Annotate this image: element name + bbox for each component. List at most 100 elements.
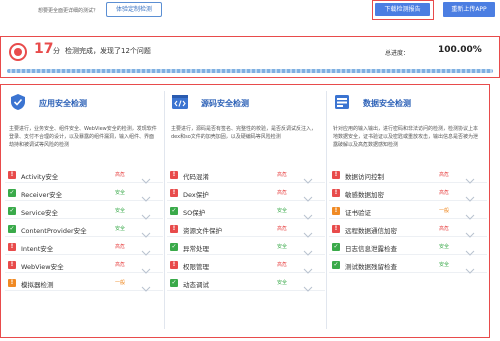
progress-bar-fill [7, 69, 493, 73]
risk-level-badge: 高危 [439, 172, 450, 178]
category-header: 数据安全检测 [329, 89, 487, 115]
test-item-row[interactable]: ! Dex保护 高危 [167, 185, 325, 202]
chevron-down-icon[interactable] [141, 278, 151, 292]
chevron-down-icon[interactable] [465, 206, 475, 220]
check-icon: ✓ [170, 243, 178, 251]
test-item-label: SO保护 [183, 209, 206, 217]
check-icon: ✓ [170, 207, 178, 215]
test-item-row[interactable]: ✓ ContentProvider安全 安全 [5, 221, 163, 238]
category-header: 源码安全检测 [167, 89, 325, 115]
category-description: 主要进行，源码是否有签名、完整性的校验，是否反调试反注入，dex和so文件的加壳… [171, 126, 317, 140]
risk-level-badge: 高危 [115, 172, 126, 178]
chevron-down-icon[interactable] [141, 188, 151, 202]
chevron-down-icon[interactable] [141, 242, 151, 256]
test-item-row[interactable]: ✓ SO保护 安全 [167, 203, 325, 220]
chevron-down-icon[interactable] [303, 278, 313, 292]
test-item-label: 敏感数据加密 [345, 191, 384, 199]
column-divider [164, 91, 165, 329]
risk-level-badge: 高危 [115, 262, 126, 268]
chevron-down-icon[interactable] [465, 260, 475, 274]
test-item-row[interactable]: ! 远程数据通信加密 高危 [329, 221, 487, 238]
risk-level-badge: 安全 [277, 244, 288, 250]
warning-icon: ! [332, 171, 340, 179]
category-column: 数据安全检测 针对应用的输入输出，进行密码和非法访问的检测，检测协议上本地数据安全… [329, 89, 487, 333]
test-item-label: 日志信息泄露检查 [345, 245, 397, 253]
test-item-row[interactable]: ✓ 测试数据残留检查 安全 [329, 257, 487, 274]
category-header: 应用安全检测 [5, 89, 163, 115]
test-item-row[interactable]: ✓ 异常处理 安全 [167, 239, 325, 256]
score-unit: 分 [53, 47, 60, 55]
chevron-down-icon[interactable] [465, 188, 475, 202]
test-item-row[interactable]: ! 数据访问控制 高危 [329, 167, 487, 184]
chevron-down-icon[interactable] [465, 170, 475, 184]
test-item-row[interactable]: ! WebView安全 高危 [5, 257, 163, 274]
risk-level-badge: 高危 [115, 244, 126, 250]
chevron-down-icon[interactable] [303, 242, 313, 256]
warning-icon: ! [8, 261, 16, 269]
check-icon: ✓ [170, 279, 178, 287]
chevron-down-icon[interactable] [303, 188, 313, 202]
risk-level-badge: 高危 [439, 190, 450, 196]
test-item-label: Service安全 [21, 209, 59, 217]
chevron-down-icon[interactable] [465, 224, 475, 238]
chevron-down-icon[interactable] [303, 170, 313, 184]
test-item-label: 模拟器检测 [21, 281, 54, 289]
test-item-row[interactable]: ! 代码混淆 高危 [167, 167, 325, 184]
chevron-down-icon[interactable] [141, 260, 151, 274]
test-item-label: Activity安全 [21, 173, 59, 181]
risk-level-badge: 高危 [439, 226, 450, 232]
risk-level-badge: 安全 [439, 262, 450, 268]
risk-level-badge: 高危 [277, 262, 288, 268]
test-item-row[interactable]: ! Intent安全 高危 [5, 239, 163, 256]
code-window-icon [171, 93, 189, 111]
test-item-row[interactable]: ! Activity安全 高危 [5, 167, 163, 184]
progress-label: 总进度： [385, 50, 410, 57]
risk-level-badge: 一般 [439, 208, 450, 214]
risk-level-badge: 一般 [115, 280, 126, 286]
top-bar: 想要更全面更详细的测试？ 体验定制检测 下载检测报告 重新上传APP [0, 0, 500, 22]
chevron-down-icon[interactable] [465, 242, 475, 256]
category-column: 应用安全检测 主要进行，业务安全、组件安全、WebView安全的检测，发现软件登录… [5, 89, 163, 333]
scan-status-text: 检测完成，发现了12个问题 [65, 47, 151, 55]
shield-check-icon [9, 93, 27, 111]
test-item-row[interactable]: ✓ Receiver安全 安全 [5, 185, 163, 202]
test-item-label: 资源文件保护 [183, 227, 222, 235]
risk-level-badge: 安全 [115, 190, 126, 196]
chevron-down-icon[interactable] [303, 260, 313, 274]
test-item-row[interactable]: ! 证书验证 一般 [329, 203, 487, 220]
chevron-down-icon[interactable] [303, 224, 313, 238]
test-item-label: WebView安全 [21, 263, 64, 271]
check-icon: ✓ [8, 207, 16, 215]
chevron-down-icon[interactable] [141, 224, 151, 238]
test-item-row[interactable]: ! 资源文件保护 高危 [167, 221, 325, 238]
test-item-row[interactable]: ! 模拟器检测 一般 [5, 275, 163, 292]
warning-icon: ! [170, 225, 178, 233]
chevron-down-icon[interactable] [141, 206, 151, 220]
chevron-down-icon[interactable] [303, 206, 313, 220]
test-item-label: Intent安全 [21, 245, 54, 253]
score-value: 17 [34, 41, 54, 57]
warning-icon: ! [170, 261, 178, 269]
test-item-row[interactable]: ! 权限管理 高危 [167, 257, 325, 274]
top-hint-text: 想要更全面更详细的测试？ [38, 8, 99, 14]
test-item-label: 证书验证 [345, 209, 371, 217]
check-icon: ✓ [8, 225, 16, 233]
warning-icon: ! [332, 207, 340, 215]
risk-level-badge: 安全 [115, 208, 126, 214]
reupload-app-button[interactable]: 重新上传APP [443, 2, 495, 17]
chevron-down-icon[interactable] [141, 170, 151, 184]
score-indicator-icon [9, 43, 27, 61]
risk-level-badge: 安全 [277, 280, 288, 286]
test-item-label: 远程数据通信加密 [345, 227, 397, 235]
test-item-row[interactable]: ✓ Service安全 安全 [5, 203, 163, 220]
test-item-label: ContentProvider安全 [21, 227, 87, 235]
category-column: 源码安全检测主要进行，源码是否有签名、完整性的校验，是否反调试反注入，dex和s… [167, 89, 325, 333]
test-item-row[interactable]: ✓ 日志信息泄露检查 安全 [329, 239, 487, 256]
custom-test-button[interactable]: 体验定制检测 [106, 2, 162, 17]
check-icon: ✓ [332, 243, 340, 251]
test-item-row[interactable]: ✓ 动态调试 安全 [167, 275, 325, 292]
test-item-row[interactable]: ! 敏感数据加密 高危 [329, 185, 487, 202]
warning-icon: ! [8, 279, 16, 287]
risk-level-badge: 安全 [115, 226, 126, 232]
download-report-button[interactable]: 下载检测报告 [375, 3, 430, 16]
